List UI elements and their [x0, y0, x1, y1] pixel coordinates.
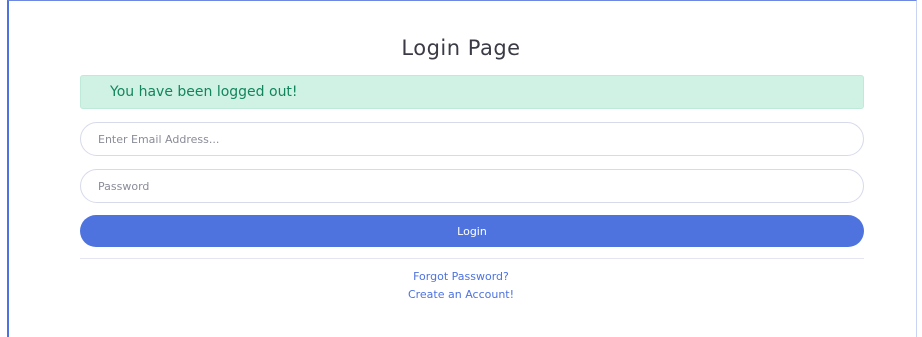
forgot-password-link[interactable]: Forgot Password? [0, 270, 922, 283]
login-button[interactable]: Login [80, 215, 864, 247]
logout-alert: You have been logged out! [80, 75, 864, 109]
create-account-link[interactable]: Create an Account! [0, 288, 922, 301]
page-title: Login Page [401, 36, 521, 60]
divider [80, 258, 864, 259]
email-input[interactable] [80, 122, 864, 156]
password-input[interactable] [80, 169, 864, 203]
